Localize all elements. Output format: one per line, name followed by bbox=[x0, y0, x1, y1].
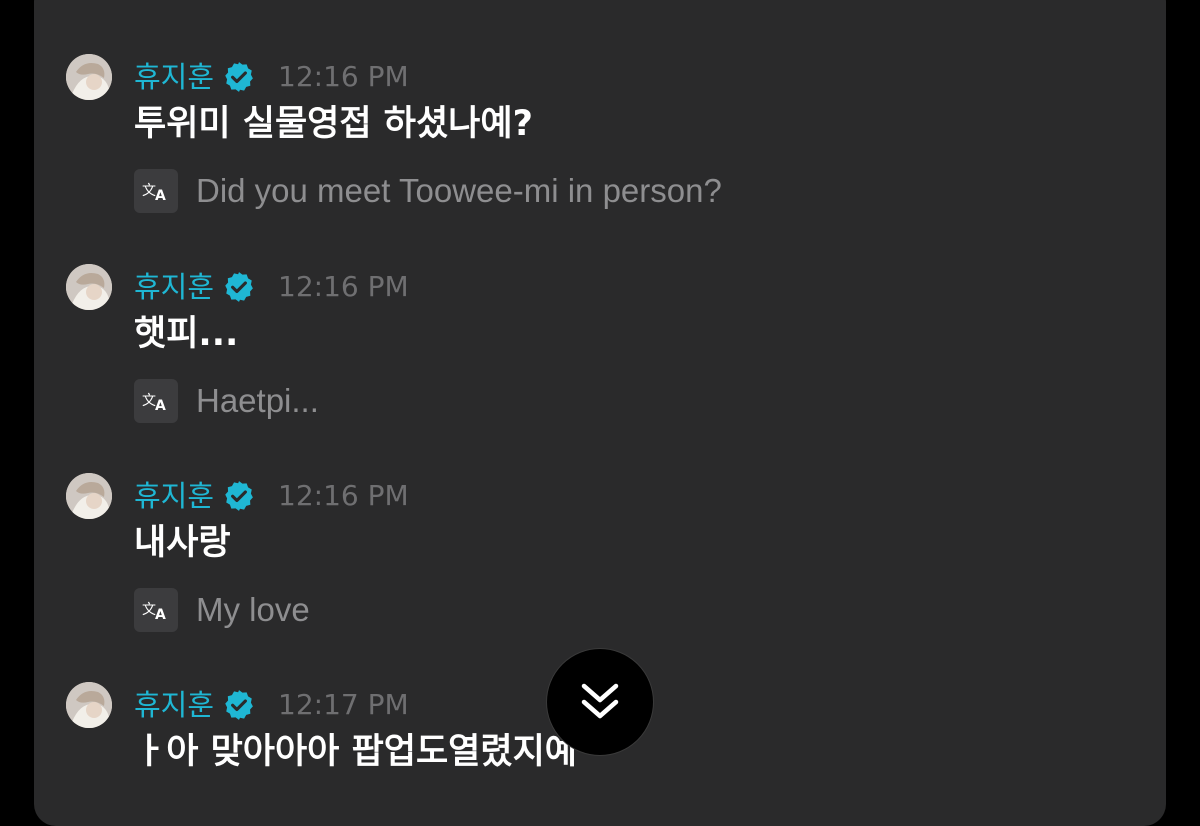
translation-row: 文 A My love bbox=[134, 588, 310, 632]
author-name[interactable]: 휴지훈 bbox=[134, 62, 214, 92]
svg-text:文: 文 bbox=[142, 602, 156, 618]
verified-badge-icon bbox=[225, 481, 253, 511]
author-name[interactable]: 휴지훈 bbox=[134, 272, 214, 302]
message-timestamp: 12:16 PM bbox=[278, 270, 409, 303]
svg-text:A: A bbox=[155, 188, 166, 203]
svg-text:A: A bbox=[155, 607, 166, 622]
verified-badge-icon bbox=[225, 690, 253, 720]
avatar[interactable] bbox=[66, 264, 112, 310]
svg-text:A: A bbox=[155, 398, 166, 413]
avatar[interactable] bbox=[66, 473, 112, 519]
scroll-to-bottom-button[interactable] bbox=[546, 648, 654, 756]
message-timestamp: 12:16 PM bbox=[278, 479, 409, 512]
translation-row: 文 A Did you meet Toowee-mi in person? bbox=[134, 169, 722, 213]
message-text: 햇피... bbox=[134, 314, 239, 354]
author-name[interactable]: 휴지훈 bbox=[134, 690, 214, 720]
translate-icon[interactable]: 文 A bbox=[134, 169, 178, 213]
avatar[interactable] bbox=[66, 682, 112, 728]
message-text: 내사랑 bbox=[134, 523, 231, 563]
translated-text: My love bbox=[196, 591, 310, 628]
svg-text:文: 文 bbox=[142, 393, 156, 409]
chevron-double-down-icon bbox=[581, 683, 619, 719]
verified-badge-icon bbox=[225, 62, 253, 92]
translate-icon[interactable]: 文 A bbox=[134, 379, 178, 423]
message-timestamp: 12:16 PM bbox=[278, 60, 409, 93]
translated-text: Did you meet Toowee-mi in person? bbox=[196, 172, 722, 209]
translate-icon[interactable]: 文 A bbox=[134, 588, 178, 632]
verified-badge-icon bbox=[225, 272, 253, 302]
message-text: ㅏ아 맞아아아 팝업도열렸지예 bbox=[134, 732, 577, 772]
avatar[interactable] bbox=[66, 54, 112, 100]
translation-row: 文 A Haetpi... bbox=[134, 379, 319, 423]
message-timestamp: 12:17 PM bbox=[278, 688, 409, 721]
svg-text:文: 文 bbox=[142, 183, 156, 199]
translated-text: Haetpi... bbox=[196, 382, 319, 419]
message-text: 투위미 실물영접 하셨나예? bbox=[134, 104, 533, 144]
author-name[interactable]: 휴지훈 bbox=[134, 481, 214, 511]
